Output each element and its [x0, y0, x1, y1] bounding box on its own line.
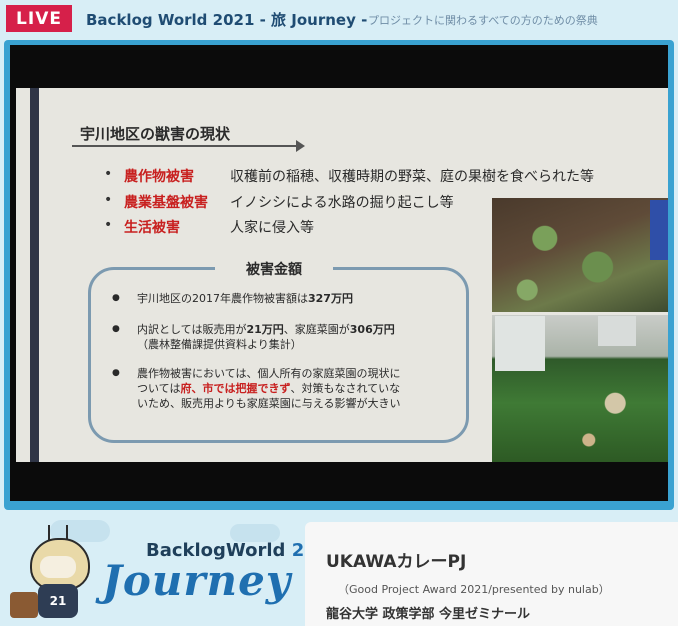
- damage-description: 収穫前の稲穂、収穫時期の野菜、庭の果樹を食べられた等: [230, 169, 594, 185]
- mascot-face: [40, 556, 76, 578]
- bullet-icon: ●: [112, 368, 120, 378]
- suitcase-icon: [10, 592, 38, 618]
- summary-text: 、家庭菜園が: [283, 323, 350, 336]
- summary-text: 内訳としては販売用が: [137, 323, 247, 336]
- garden-amount: 306万円: [349, 323, 395, 336]
- damage-category: 生活被害: [124, 220, 180, 236]
- slide-side-bar: [30, 88, 39, 462]
- title-underline: [72, 145, 298, 147]
- event-subtitle: プロジェクトに関わるすべての方のための祭典: [368, 14, 598, 27]
- plastic-sheet: [598, 316, 636, 346]
- damage-amount: 327万円: [308, 292, 353, 305]
- summary-text: 宇川地区の2017年農作物被害額は: [137, 292, 308, 305]
- bullet-icon: •: [104, 166, 113, 182]
- slide-title: 宇川地区の獣害の現状: [80, 125, 231, 143]
- arrow-icon: [296, 140, 305, 152]
- bullet-icon: •: [104, 192, 113, 208]
- mascot-antenna: [48, 525, 50, 540]
- highlight-text: 府、市では把握できず: [180, 382, 291, 395]
- live-badge: LIVE: [6, 5, 72, 32]
- summary-text: いため、販売用よりも家庭菜園に与える影響が大きい: [137, 397, 401, 410]
- bullet-icon: ●: [112, 324, 120, 334]
- damage-category: 農作物被害: [124, 169, 194, 185]
- summary-text: 、対策もなされていな: [290, 382, 401, 395]
- sales-amount: 21万円: [246, 323, 284, 336]
- damage-category: 農業基盤被害: [124, 195, 208, 211]
- blue-tarp: [650, 200, 668, 260]
- event-title: Backlog World 2021 - 旅 Journey -: [86, 11, 368, 29]
- session-team: 龍谷大学 政策学部 今里ゼミナール: [326, 607, 531, 622]
- summary-text: 農作物被害においては、個人所有の家庭菜園の現状に: [137, 367, 401, 380]
- bullet-icon: ●: [112, 293, 120, 303]
- summary-heading: 被害金額: [215, 258, 333, 282]
- session-award: （Good Project Award 2021/presented by nu…: [338, 583, 610, 596]
- field-damage-photo: [492, 198, 668, 313]
- summary-text: ついては: [137, 382, 181, 395]
- damage-description: 人家に侵入等: [230, 220, 314, 236]
- session-title: UKAWAカレーPJ: [326, 552, 467, 572]
- mascot-body: 21: [38, 584, 78, 618]
- plastic-sheet: [495, 316, 545, 371]
- damage-description: イノシシによる水路の掘り起こし等: [230, 195, 454, 211]
- bullet-icon: •: [104, 217, 113, 233]
- logo-journey: Journey: [102, 556, 292, 605]
